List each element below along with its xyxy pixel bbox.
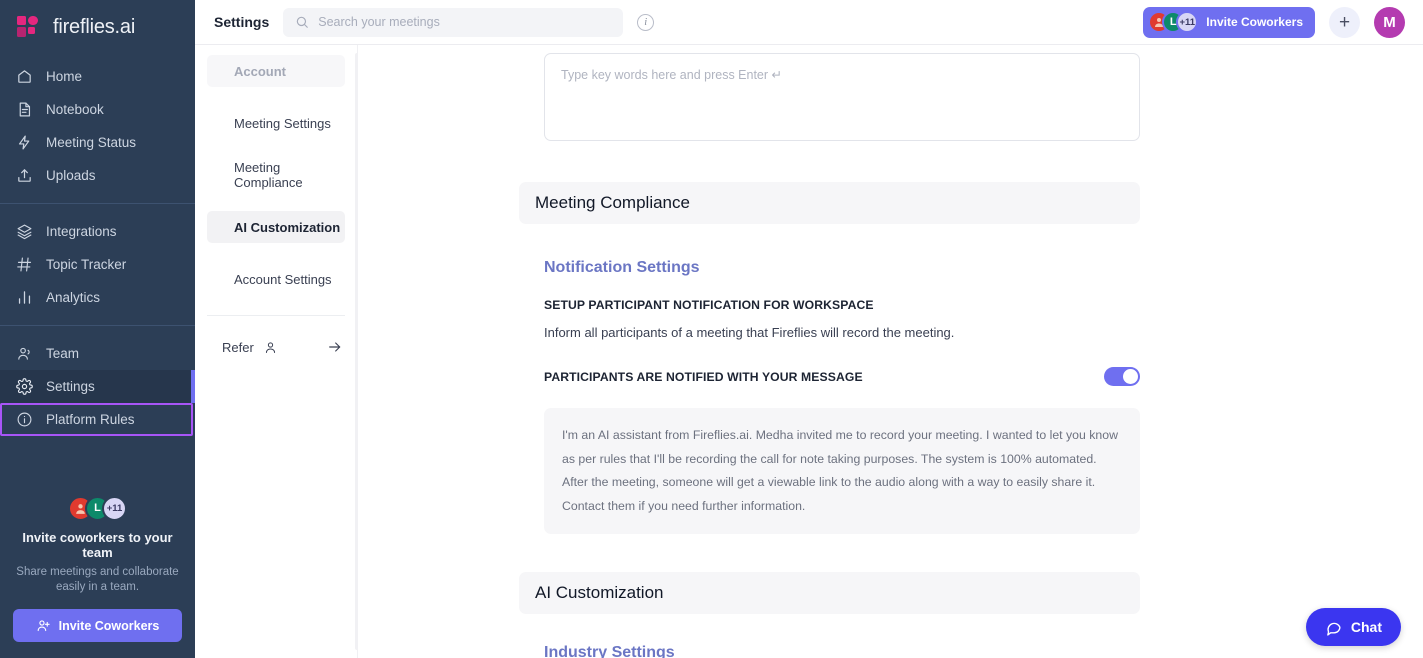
subnav-header-account: Account xyxy=(207,55,345,87)
refer-row[interactable]: Refer xyxy=(195,334,357,360)
section-band-ai-customization: AI Customization xyxy=(519,572,1140,615)
subnav-item-meeting-compliance[interactable]: Meeting Compliance xyxy=(207,159,345,191)
sidebar-item-label: Settings xyxy=(46,379,95,394)
avatar-stack: L +11 xyxy=(1148,11,1199,33)
main-pane: Settings i L +11 Invite Coworkers xyxy=(195,0,1423,658)
app-root: fireflies.ai Home Notebook Meeting Statu… xyxy=(0,0,1423,658)
invite-pill-label: Invite Coworkers xyxy=(1206,15,1303,29)
sidebar-item-uploads[interactable]: Uploads xyxy=(0,159,195,192)
sidebar-item-home[interactable]: Home xyxy=(0,60,195,93)
notification-setup-label: SETUP PARTICIPANT NOTIFICATION FOR WORKS… xyxy=(544,298,874,312)
participants-notified-toggle[interactable] xyxy=(1104,367,1140,386)
subnav-divider xyxy=(207,315,345,316)
avatar-overflow-count: +11 xyxy=(1176,11,1199,33)
sidebar-divider-1 xyxy=(0,203,195,204)
invite-button-label: Invite Coworkers xyxy=(58,618,160,633)
chat-bubble-icon xyxy=(1325,619,1342,636)
sidebar-group-tools: Integrations Topic Tracker Analytics xyxy=(0,211,195,318)
info-icon[interactable]: i xyxy=(637,13,655,31)
add-new-button[interactable]: + xyxy=(1329,6,1360,38)
sidebar-item-label: Uploads xyxy=(46,168,96,183)
sidebar-item-label: Home xyxy=(46,69,83,84)
industry-settings-section: Industry Settings SELECT YOUR MOST COMMO… xyxy=(358,644,1423,658)
invite-coworkers-pill[interactable]: L +11 Invite Coworkers xyxy=(1143,6,1315,38)
chat-button[interactable]: Chat xyxy=(1305,608,1401,646)
sidebar-item-label: Meeting Status xyxy=(46,135,137,150)
subnav-item-ai-customization[interactable]: AI Customization xyxy=(207,211,345,243)
notebook-icon xyxy=(15,101,33,119)
main-sidebar: fireflies.ai Home Notebook Meeting Statu… xyxy=(0,0,195,658)
user-avatar[interactable]: M xyxy=(1374,6,1405,38)
sidebar-group-account: Team Settings Platform Rules xyxy=(0,333,195,440)
sidebar-item-platform-rules[interactable]: Platform Rules xyxy=(0,403,193,436)
bar-chart-icon xyxy=(15,289,33,307)
top-bar: Settings i L +11 Invite Coworkers xyxy=(195,0,1423,45)
section-band-title: AI Customization xyxy=(535,583,664,603)
refer-label: Refer xyxy=(222,339,254,355)
section-band-meeting-compliance: Meeting Compliance xyxy=(519,182,1140,224)
sidebar-item-settings[interactable]: Settings xyxy=(0,370,195,403)
sidebar-item-label: Notebook xyxy=(46,102,104,117)
people-icon xyxy=(15,345,33,363)
sidebar-item-label: Platform Rules xyxy=(46,412,135,427)
page-title: Settings xyxy=(214,14,270,30)
add-person-icon xyxy=(36,618,51,633)
sidebar-divider-2 xyxy=(0,325,195,326)
chat-label: Chat xyxy=(1350,619,1382,635)
sidebar-item-notebook[interactable]: Notebook xyxy=(0,93,195,126)
sidebar-item-label: Topic Tracker xyxy=(46,257,127,272)
sidebar-item-label: Analytics xyxy=(46,290,101,305)
settings-content: Type key words here and press Enter ↵ Me… xyxy=(358,45,1423,658)
fireflies-logo-icon xyxy=(14,12,44,42)
avatar-overflow-count: +11 xyxy=(102,495,127,521)
sidebar-item-team[interactable]: Team xyxy=(0,337,195,370)
toggle-knob xyxy=(1123,369,1138,384)
sidebar-group-primary: Home Notebook Meeting Status Uploads xyxy=(0,56,195,196)
sidebar-item-analytics[interactable]: Analytics xyxy=(0,281,195,314)
participants-notified-label: PARTICIPANTS ARE NOTIFIED WITH YOUR MESS… xyxy=(544,369,863,384)
keywords-input-placeholder: Type key words here and press Enter ↵ xyxy=(561,68,782,82)
gear-icon xyxy=(15,378,33,396)
person-icon xyxy=(263,340,278,355)
sidebar-item-integrations[interactable]: Integrations xyxy=(0,215,195,248)
notification-settings-section: Notification Settings SETUP PARTICIPANT … xyxy=(358,259,1423,535)
section-band-title: Meeting Compliance xyxy=(535,193,690,212)
notification-description: Inform all participants of a meeting tha… xyxy=(544,325,955,340)
notification-settings-title: Notification Settings xyxy=(544,259,700,276)
sidebar-invite-card: L +11 Invite coworkers to your team Shar… xyxy=(0,495,195,658)
home-icon xyxy=(15,68,33,86)
settings-subnav-list: Account Meeting Settings Meeting Complia… xyxy=(195,55,357,295)
subnav-item-meeting-settings[interactable]: Meeting Settings xyxy=(207,107,345,139)
arrow-right-icon xyxy=(327,339,343,355)
search-box[interactable] xyxy=(283,7,624,37)
sidebar-item-topic-tracker[interactable]: Topic Tracker xyxy=(0,248,195,281)
participants-notified-row: PARTICIPANTS ARE NOTIFIED WITH YOUR MESS… xyxy=(544,367,1140,386)
settings-content-inner: Type key words here and press Enter ↵ Me… xyxy=(358,45,1423,658)
notification-message-box[interactable]: I'm an AI assistant from Fireflies.ai. M… xyxy=(544,408,1140,535)
search-input[interactable] xyxy=(318,15,612,29)
upload-icon xyxy=(15,167,33,185)
sidebar-item-label: Team xyxy=(46,346,80,361)
keywords-input[interactable]: Type key words here and press Enter ↵ xyxy=(544,53,1140,141)
industry-settings-title: Industry Settings xyxy=(544,644,675,658)
brand-name: fireflies.ai xyxy=(53,15,136,38)
sidebar-item-meeting-status[interactable]: Meeting Status xyxy=(0,126,195,159)
invite-card-title: Invite coworkers to your team xyxy=(22,529,173,560)
search-icon xyxy=(295,15,309,29)
keywords-field-wrap: Type key words here and press Enter ↵ xyxy=(358,53,1423,141)
info-circle-icon xyxy=(15,411,33,429)
layers-icon xyxy=(15,223,33,241)
avatar-stack: L +11 xyxy=(13,495,182,521)
brand-logo[interactable]: fireflies.ai xyxy=(0,0,195,56)
hash-icon xyxy=(15,256,33,274)
settings-subnav: Account Meeting Settings Meeting Complia… xyxy=(195,45,359,658)
invite-coworkers-button[interactable]: Invite Coworkers xyxy=(13,609,182,642)
lightning-icon xyxy=(15,134,33,152)
sidebar-item-label: Integrations xyxy=(46,224,117,239)
subnav-item-account-settings[interactable]: Account Settings xyxy=(207,263,345,295)
invite-card-subtitle: Share meetings and collaborate easily in… xyxy=(16,565,179,594)
body-row: Account Meeting Settings Meeting Complia… xyxy=(195,45,1423,658)
